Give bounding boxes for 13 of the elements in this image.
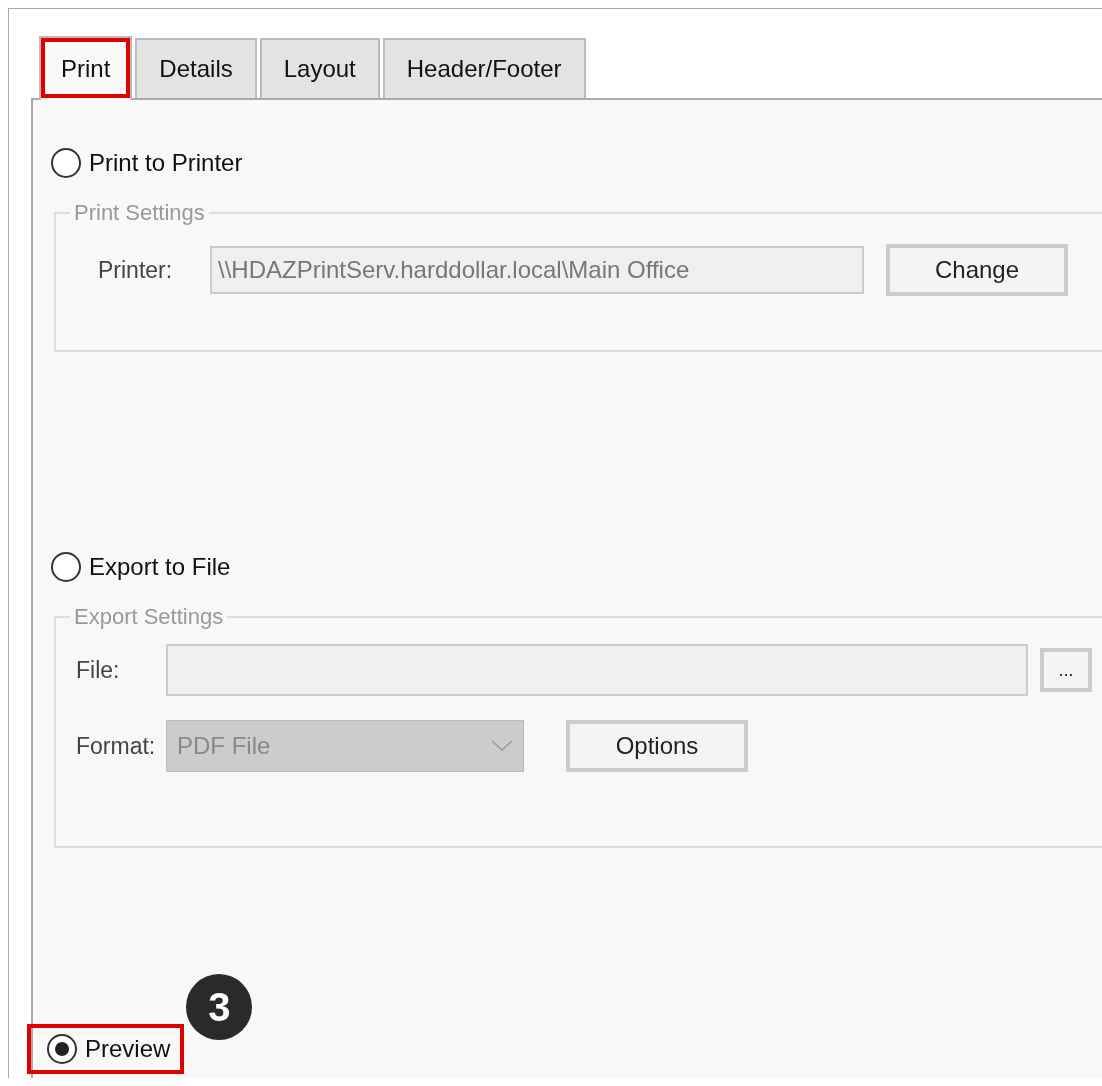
tab[interactable]: Header/Footer [382, 38, 586, 98]
tab[interactable]: Print [39, 36, 133, 100]
step-badge: 3 [186, 974, 253, 1040]
group-legend: Print Settings [70, 200, 209, 226]
tab[interactable]: Layout [259, 38, 380, 98]
chevron-down-icon [491, 740, 513, 752]
radio-option[interactable]: Export to File [33, 548, 237, 586]
field-label: Printer: [98, 256, 174, 284]
field-label: File: [76, 656, 121, 684]
tab[interactable]: Details [135, 38, 257, 98]
field-label: Format: [76, 732, 157, 760]
group-legend: Export Settings [70, 604, 228, 630]
radio-option[interactable]: Print to Printer [33, 144, 249, 182]
